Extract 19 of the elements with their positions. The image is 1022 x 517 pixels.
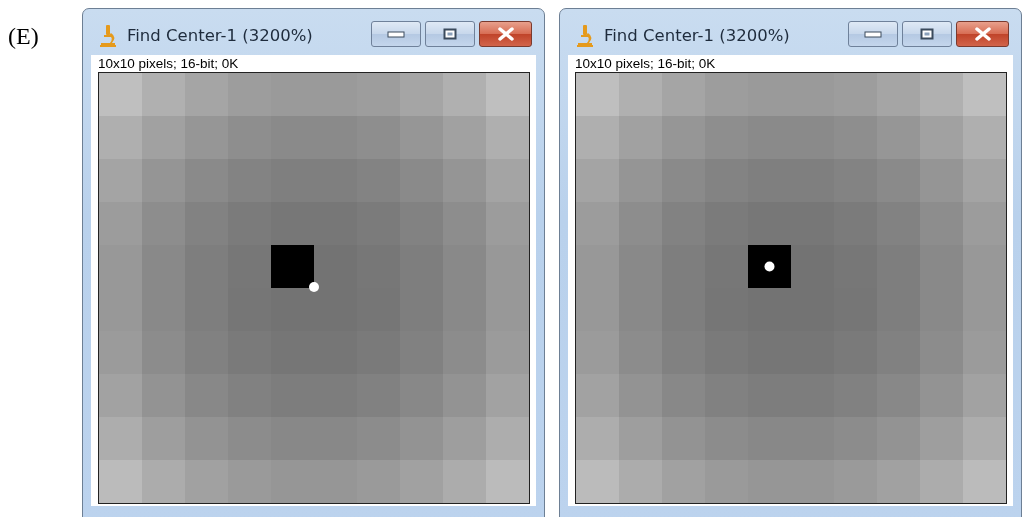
microscope-icon — [576, 24, 594, 48]
minimize-button[interactable] — [371, 21, 421, 47]
minimize-icon — [387, 30, 405, 38]
window-title: Find Center-1 (3200%) — [604, 24, 790, 47]
minimize-icon — [864, 30, 882, 38]
close-icon — [497, 27, 514, 41]
minimize-button[interactable] — [848, 21, 898, 47]
maximize-button[interactable] — [902, 21, 952, 47]
image-info-text: 10x10 pixels; 16-bit; 0K — [575, 56, 717, 72]
window-title: Find Center-1 (3200%) — [127, 24, 313, 47]
close-icon — [974, 27, 991, 41]
maximize-icon — [920, 28, 934, 40]
maximize-icon — [443, 28, 457, 40]
close-button[interactable] — [479, 21, 532, 47]
panel-label: (E) — [7, 22, 40, 48]
maximize-button[interactable] — [425, 21, 475, 47]
microscope-icon — [99, 24, 117, 48]
image-info-text: 10x10 pixels; 16-bit; 0K — [98, 56, 240, 72]
close-button[interactable] — [956, 21, 1009, 47]
